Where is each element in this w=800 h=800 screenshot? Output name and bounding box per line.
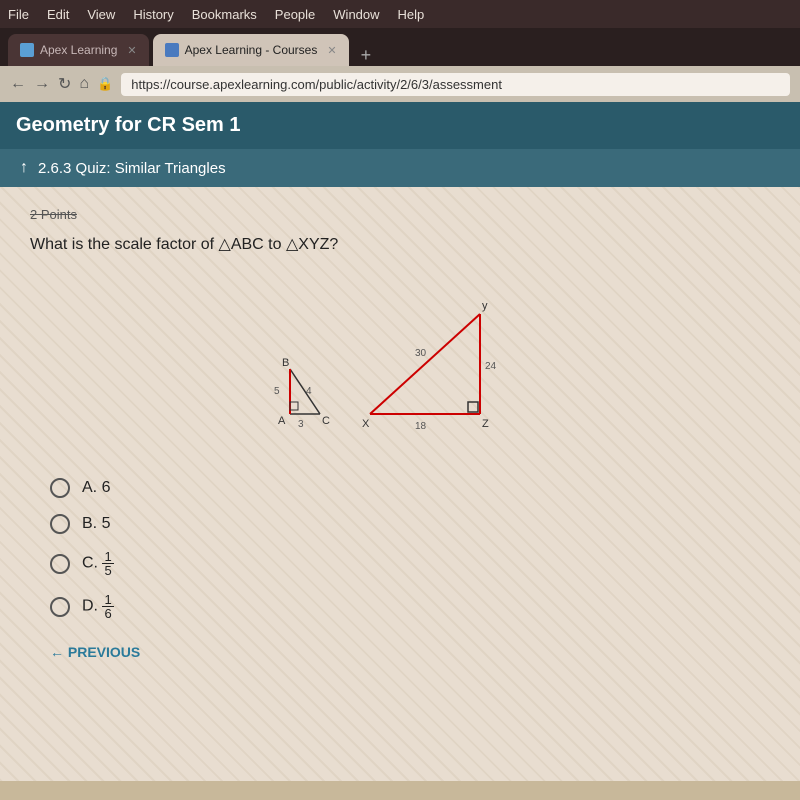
choice-d-row[interactable]: D. 16 xyxy=(50,593,770,620)
menu-view[interactable]: View xyxy=(87,7,115,22)
tab-apex-learning[interactable]: Apex Learning ✕ xyxy=(8,34,149,66)
label-b: B xyxy=(282,357,289,369)
side-ab-label: 5 xyxy=(274,386,280,397)
question-text: What is the scale factor of △ABC to △XYZ… xyxy=(30,234,770,254)
menu-people[interactable]: People xyxy=(275,7,315,22)
fraction-d: 16 xyxy=(102,593,113,620)
quiz-icon: ↑ xyxy=(20,159,28,177)
large-triangle: y X Z 18 24 30 xyxy=(362,300,497,432)
diagram-container: B A C 5 4 3 y X Z xyxy=(30,274,770,454)
choice-b-row[interactable]: B. 5 xyxy=(50,514,770,534)
fraction-c-num: 1 xyxy=(102,550,113,564)
fraction-c-den: 5 xyxy=(102,564,113,577)
menu-window[interactable]: Window xyxy=(333,7,379,22)
fraction-d-num: 1 xyxy=(102,593,113,607)
answer-choices: A. 6 B. 5 C. 15 D. 16 xyxy=(30,478,770,620)
url-input[interactable] xyxy=(121,73,790,96)
radio-c[interactable] xyxy=(50,554,70,574)
previous-button[interactable]: ← PREVIOUS xyxy=(50,644,140,660)
radio-b[interactable] xyxy=(50,514,70,534)
label-a: A xyxy=(278,415,286,427)
menu-edit[interactable]: Edit xyxy=(47,7,69,22)
menu-bookmarks[interactable]: Bookmarks xyxy=(192,7,257,22)
choice-c-row[interactable]: C. 15 xyxy=(50,550,770,577)
label-c: C xyxy=(322,415,330,427)
choice-a-label: A. 6 xyxy=(82,479,110,497)
menu-file[interactable]: File xyxy=(8,7,29,22)
tab-apex-courses[interactable]: Apex Learning - Courses ✕ xyxy=(153,34,349,66)
menu-history[interactable]: History xyxy=(133,7,173,22)
side-yz-label: 24 xyxy=(485,361,497,372)
choice-d-label: D. 16 xyxy=(82,593,114,620)
tab-label-2: Apex Learning - Courses xyxy=(185,43,318,57)
forward-button[interactable]: → xyxy=(34,75,50,93)
choice-a-row[interactable]: A. 6 xyxy=(50,478,770,498)
side-ac-label: 3 xyxy=(298,419,304,430)
menu-help[interactable]: Help xyxy=(398,7,425,22)
main-content: 2 Points What is the scale factor of △AB… xyxy=(0,187,800,781)
tab-close-2[interactable]: ✕ xyxy=(327,44,336,57)
tab-favicon-2 xyxy=(165,43,179,57)
fraction-d-den: 6 xyxy=(102,607,113,620)
course-header: Geometry for CR Sem 1 xyxy=(0,102,800,149)
triangles-diagram: B A C 5 4 3 y X Z xyxy=(260,274,540,454)
side-xz-label: 18 xyxy=(415,421,427,432)
choice-c-label: C. 15 xyxy=(82,550,114,577)
course-title: Geometry for CR Sem 1 xyxy=(16,114,241,136)
new-tab-button[interactable]: + xyxy=(353,45,380,66)
lock-icon: 🔒 xyxy=(97,76,113,92)
label-z: Z xyxy=(482,418,489,430)
menu-bar: File Edit View History Bookmarks People … xyxy=(0,0,800,28)
back-button[interactable]: ← xyxy=(10,75,26,93)
radio-d[interactable] xyxy=(50,597,70,617)
label-x: X xyxy=(362,418,370,430)
small-triangle: B A C 5 4 3 xyxy=(274,357,330,430)
refresh-button[interactable]: ↻ xyxy=(58,74,71,94)
tab-close-1[interactable]: ✕ xyxy=(127,44,136,57)
radio-a[interactable] xyxy=(50,478,70,498)
quiz-title-bar: ↑ 2.6.3 Quiz: Similar Triangles xyxy=(0,149,800,187)
label-y: y xyxy=(482,300,488,312)
tab-label-1: Apex Learning xyxy=(40,43,117,57)
points-label: 2 Points xyxy=(30,207,770,222)
tab-favicon-1 xyxy=(20,43,34,57)
side-xy-label: 30 xyxy=(415,348,427,359)
side-bc-label: 4 xyxy=(306,386,312,397)
home-button[interactable]: ⌂ xyxy=(79,75,89,93)
choice-b-label: B. 5 xyxy=(82,515,110,533)
address-bar: ← → ↻ ⌂ 🔒 xyxy=(0,66,800,102)
fraction-c: 15 xyxy=(102,550,113,577)
nav-buttons: ← PREVIOUS xyxy=(30,644,770,660)
quiz-title: 2.6.3 Quiz: Similar Triangles xyxy=(38,160,226,177)
tab-bar: Apex Learning ✕ Apex Learning - Courses … xyxy=(0,28,800,66)
